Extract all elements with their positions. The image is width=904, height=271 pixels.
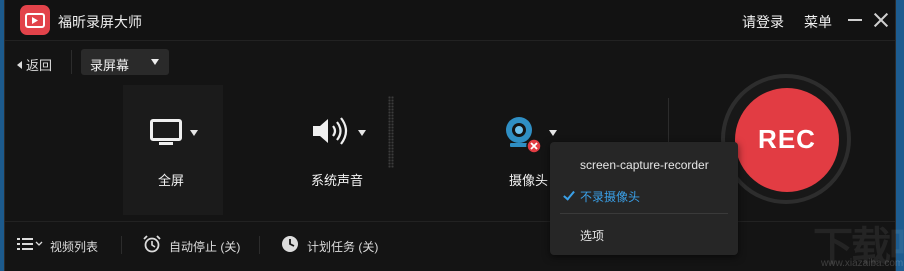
list-icon [17,238,43,250]
menu-button[interactable]: 菜单 [804,12,832,32]
minimize-icon[interactable] [848,19,862,21]
camera-option-label: 选项 [580,229,605,243]
camera-option-label: screen-capture-recorder [580,158,709,172]
chevron-down-icon[interactable] [190,130,198,136]
alarm-clock-icon [143,235,161,253]
camera-options-item[interactable]: 选项 [550,221,738,247]
grip-handle [388,96,394,168]
monitor-icon [150,119,182,145]
capture-mode-value: 录屏幕 [90,58,130,73]
login-link[interactable]: 请登录 [742,12,784,32]
disabled-x-icon [526,138,542,154]
app-logo-icon [20,5,50,35]
schedule-task-button[interactable]: 计划任务 (关) [281,232,385,256]
speaker-icon [313,117,348,145]
app-window: 福昕录屏大师 请登录 菜单 返回 录屏幕 全屏 系统声音 摄像头 REC 视频列… [4,0,904,271]
chevron-down-icon [151,59,159,65]
record-label: REC [758,124,816,154]
chevron-down-icon[interactable] [358,130,366,136]
divider [259,236,260,254]
title-bar: 福昕录屏大师 请登录 菜单 [5,0,895,40]
video-list-button[interactable]: 视频列表 [17,232,109,256]
source-panel [123,85,223,215]
chevron-down-icon[interactable] [549,130,557,136]
back-button[interactable]: 返回 [17,55,52,74]
app-title: 福昕录屏大师 [58,14,142,30]
audio-source-label: 系统声音 [311,173,364,188]
title-divider [5,40,895,41]
close-icon[interactable] [872,11,890,29]
watermark-url: www.xiazaiba.com [821,258,904,269]
divider [121,236,122,254]
menu-separator [560,213,728,214]
record-button[interactable]: REC [735,88,839,192]
camera-option[interactable]: screen-capture-recorder [550,152,738,178]
back-label: 返回 [26,58,53,73]
auto-stop-button[interactable]: 自动停止 (关) [143,232,247,256]
camera-option-label: 不录摄像头 [580,190,641,204]
checkmark-icon [563,188,575,201]
camera-dropdown-menu: screen-capture-recorder 不录摄像头 选项 [550,142,738,255]
clock-icon [282,236,298,252]
bottom-divider [5,221,895,222]
auto-stop-label: 自动停止 (关) [169,240,241,254]
schedule-task-label: 计划任务 (关) [307,240,379,254]
divider [71,50,72,74]
capture-mode-select[interactable]: 录屏幕 [81,49,169,75]
camera-option[interactable]: 不录摄像头 [550,182,738,208]
camera-source-label: 摄像头 [509,173,549,188]
back-arrow-icon [17,61,22,69]
screen-source-label: 全屏 [158,173,185,188]
video-list-label: 视频列表 [50,240,99,254]
